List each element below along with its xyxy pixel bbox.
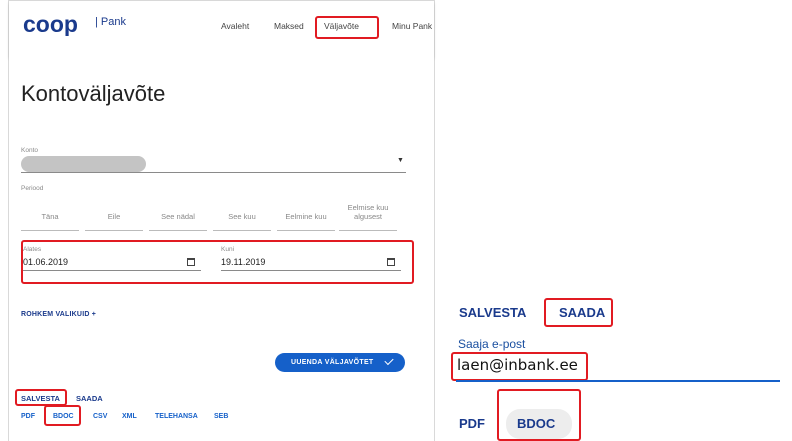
format-telehansa[interactable]: TELEHANSA: [155, 413, 198, 420]
recipient-email-label: Saaja e-post: [458, 337, 526, 351]
refresh-button-label: UUENDA VÄLJAVÕTET: [291, 359, 374, 366]
period-yesterday[interactable]: Eile: [85, 212, 143, 221]
logo-text: coop: [23, 14, 78, 36]
nav-minu-pank[interactable]: Minu Pank: [392, 21, 432, 31]
to-date-underline: [221, 270, 401, 271]
top-bar: coop | Pank Avaleht Maksed Väljavõte Min…: [9, 1, 434, 57]
nav-avaleht[interactable]: Avaleht: [221, 21, 249, 31]
nav-maksed[interactable]: Maksed: [274, 21, 304, 31]
email-input-underline: [456, 380, 780, 382]
nav-highlight-box: [315, 16, 379, 39]
format-seb[interactable]: SEB: [214, 413, 228, 420]
period-today[interactable]: Täna: [21, 212, 79, 221]
account-label: Konto: [21, 147, 38, 154]
coop-logo: coop: [23, 14, 95, 36]
calendar-icon[interactable]: [187, 258, 195, 266]
account-select-underline: [21, 172, 406, 173]
period-underline: [149, 230, 207, 231]
from-date-label: Alates: [23, 246, 42, 253]
account-value-redacted[interactable]: [21, 156, 146, 172]
from-date-underline: [23, 270, 201, 271]
chevron-down-icon[interactable]: ▼: [397, 157, 404, 164]
brand-product: | Pank: [95, 16, 126, 28]
period-since-last-month[interactable]: Eelmise kuu algusest: [339, 203, 397, 221]
send-tab[interactable]: SAADA: [76, 394, 103, 403]
refresh-statement-button[interactable]: UUENDA VÄLJAVÕTET: [275, 353, 405, 372]
zoom-format-pdf[interactable]: PDF: [459, 416, 485, 431]
left-panel: coop | Pank Avaleht Maksed Väljavõte Min…: [0, 0, 437, 441]
zoom-format-bdoc[interactable]: BDOC: [517, 416, 555, 431]
zoom-save-tab[interactable]: SALVESTA: [459, 305, 526, 320]
to-date-input[interactable]: 19.11.2019: [221, 257, 265, 267]
format-csv[interactable]: CSV: [93, 413, 107, 420]
zoom-panel: SALVESTA SAADA Saaja e-post laen@inbank.…: [447, 292, 792, 441]
period-underline: [277, 230, 335, 231]
from-date-input[interactable]: 01.06.2019: [23, 257, 68, 267]
recipient-email-input[interactable]: laen@inbank.ee: [457, 356, 578, 374]
period-underline: [21, 230, 79, 231]
save-tab[interactable]: SALVESTA: [21, 394, 60, 403]
date-range-highlight-box: [21, 240, 414, 284]
format-pdf[interactable]: PDF: [21, 413, 35, 420]
calendar-icon[interactable]: [387, 258, 395, 266]
bank-page: coop | Pank Avaleht Maksed Väljavõte Min…: [8, 0, 435, 441]
check-icon: [384, 355, 394, 366]
more-options-link[interactable]: ROHKEM VALIKUID +: [21, 311, 96, 318]
period-this-week[interactable]: See nädal: [149, 212, 207, 221]
period-underline: [85, 230, 143, 231]
period-underline: [339, 230, 397, 231]
to-date-label: Kuni: [221, 246, 235, 253]
page-title: Kontoväljavõte: [21, 81, 166, 106]
period-last-month[interactable]: Eelmine kuu: [277, 212, 335, 221]
format-xml[interactable]: XML: [122, 413, 137, 420]
period-underline: [213, 230, 271, 231]
period-label: Periood: [21, 185, 44, 192]
zoom-send-tab[interactable]: SAADA: [559, 305, 605, 320]
period-this-month[interactable]: See kuu: [213, 212, 271, 221]
format-bdoc[interactable]: BDOC: [53, 413, 74, 420]
